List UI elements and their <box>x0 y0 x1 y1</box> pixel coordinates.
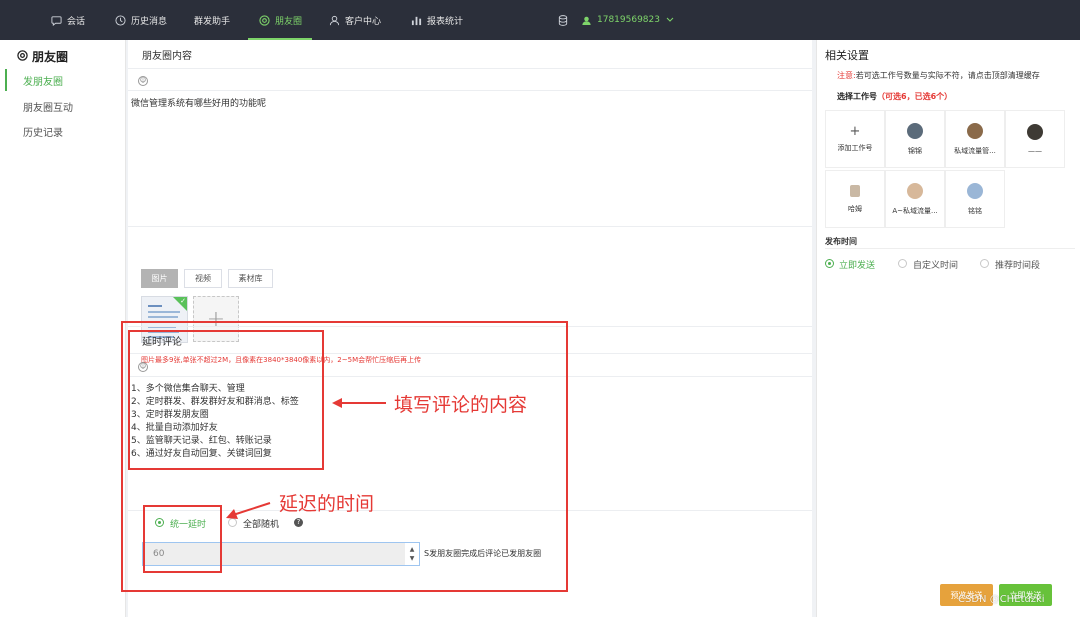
divider <box>128 68 812 69</box>
account-phone: 17819569823 <box>597 15 660 25</box>
check-icon: ✓ <box>180 297 186 305</box>
add-account-label: 添加工作号 <box>837 144 873 152</box>
annotation-delay-note: 延迟的时间 <box>279 493 375 515</box>
sidebar-item-post[interactable]: 发朋友圈 <box>5 69 126 91</box>
watermark: CSDN @CHEtuzki <box>958 594 1045 605</box>
nav-chat-label: 会话 <box>67 16 86 27</box>
avatar <box>850 184 860 197</box>
sidebar-item-history[interactable]: 历史记录 <box>5 120 126 142</box>
tab-material-library[interactable]: 素材库 <box>228 269 273 288</box>
avatar <box>1027 123 1043 140</box>
nav-history-label: 历史消息 <box>131 16 168 27</box>
publish-recommended-radio[interactable] <box>980 259 989 268</box>
select-count: （可选6，已选6个） <box>877 92 953 101</box>
sidebar-item-label: 朋友圈互动 <box>23 102 73 114</box>
nav-customer-label: 客户中心 <box>345 16 382 27</box>
sidebar-item-label: 历史记录 <box>23 127 63 139</box>
account-user-icon <box>582 16 591 25</box>
annotation-comment-text-box <box>128 330 324 470</box>
account-card[interactable]: A~私域流量... <box>885 170 945 228</box>
publish-time-title: 发布时间 <box>825 237 857 246</box>
publish-custom-label[interactable]: 自定义时间 <box>913 258 958 271</box>
post-section-title: 朋友圈内容 <box>142 51 192 62</box>
user-icon <box>328 14 340 26</box>
publish-custom-radio[interactable] <box>898 259 907 268</box>
chat-icon <box>50 14 62 26</box>
avatar <box>907 182 923 199</box>
select-label: 选择工作号 <box>837 92 877 101</box>
annotation-arrow-left <box>332 398 386 408</box>
emoji-icon[interactable]: ☺ <box>138 76 148 86</box>
nav-mass-send[interactable]: 群发助手 <box>194 0 230 40</box>
clock-icon <box>114 14 126 26</box>
tab-image[interactable]: 图片 <box>141 269 178 288</box>
divider <box>128 90 812 91</box>
account-card[interactable]: —— <box>1005 110 1065 168</box>
nav-moments-label: 朋友圈 <box>275 16 303 27</box>
account-card[interactable]: 私域流量管... <box>945 110 1005 168</box>
annotation-delay-box <box>143 505 222 573</box>
settings-title: 相关设置 <box>825 49 869 62</box>
divider <box>128 226 812 227</box>
nav-history[interactable]: 历史消息 <box>114 0 167 40</box>
account-name: 哈姆 <box>848 204 862 213</box>
account-card[interactable]: 锦锦 <box>885 110 945 168</box>
tab-video[interactable]: 视频 <box>184 269 222 288</box>
left-menu: 朋友圈 发朋友圈 朋友圈互动 历史记录 <box>0 40 126 617</box>
account-name: 铭铭 <box>968 206 982 215</box>
nav-moments[interactable]: 朋友圈 <box>247 0 313 40</box>
nav-reports-label: 报表统计 <box>427 16 464 27</box>
account-select-label: 选择工作号（可选6，已选6个） <box>837 91 952 102</box>
chevron-down-icon[interactable] <box>666 17 674 23</box>
settings-notice: 注意:若可选工作号数量与实际不符，请点击顶部清理缓存 <box>837 70 1040 81</box>
settings-panel: 相关设置 注意:若可选工作号数量与实际不符，请点击顶部清理缓存 选择工作号（可选… <box>816 40 1080 617</box>
sidebar-item-label: 发朋友圈 <box>23 76 63 88</box>
left-menu-title: 朋友圈 <box>17 48 68 65</box>
avatar <box>907 122 923 139</box>
database-icon[interactable] <box>558 14 568 26</box>
divider <box>825 248 1075 249</box>
moments-icon <box>17 49 28 64</box>
nav-reports[interactable]: 报表统计 <box>410 0 463 40</box>
left-menu-title-label: 朋友圈 <box>32 50 69 64</box>
publish-now-radio[interactable] <box>825 259 834 268</box>
notice-text: 若可选工作号数量与实际不符，请点击顶部清理缓存 <box>855 71 1040 80</box>
account-switcher[interactable]: 17819569823 <box>558 0 674 40</box>
moments-icon <box>258 14 270 26</box>
account-name: —— <box>1028 146 1042 155</box>
account-name: 私域流量管... <box>954 146 996 155</box>
post-content-textarea[interactable]: 微信管理系统有哪些好用的功能呢 <box>131 96 266 109</box>
plus-icon: + <box>849 124 861 139</box>
annotation-arrow-down-left <box>226 502 271 519</box>
notice-label: 注意: <box>837 71 856 80</box>
annotation-comment-note: 填写评论的内容 <box>394 394 528 416</box>
account-card[interactable]: 铭铭 <box>945 170 1005 228</box>
avatar <box>967 122 983 139</box>
publish-recommended-label[interactable]: 推荐时间段 <box>995 258 1040 271</box>
nav-chat[interactable]: 会话 <box>50 0 85 40</box>
bar-chart-icon <box>410 14 422 26</box>
add-account-button[interactable]: + 添加工作号 <box>825 110 885 168</box>
account-name: 锦锦 <box>908 146 922 155</box>
sidebar-item-interaction[interactable]: 朋友圈互动 <box>5 95 126 117</box>
avatar <box>967 182 983 199</box>
nav-mass-send-label: 群发助手 <box>194 16 231 27</box>
nav-customer[interactable]: 客户中心 <box>328 0 381 40</box>
publish-now-label[interactable]: 立即发送 <box>839 258 875 271</box>
account-name: A~私域流量... <box>892 206 938 215</box>
account-card[interactable]: 哈姆 <box>825 170 885 228</box>
top-nav-bar: 会话 历史消息 群发助手 朋友圈 客户中心 报表统计 17819569823 <box>0 0 1080 40</box>
